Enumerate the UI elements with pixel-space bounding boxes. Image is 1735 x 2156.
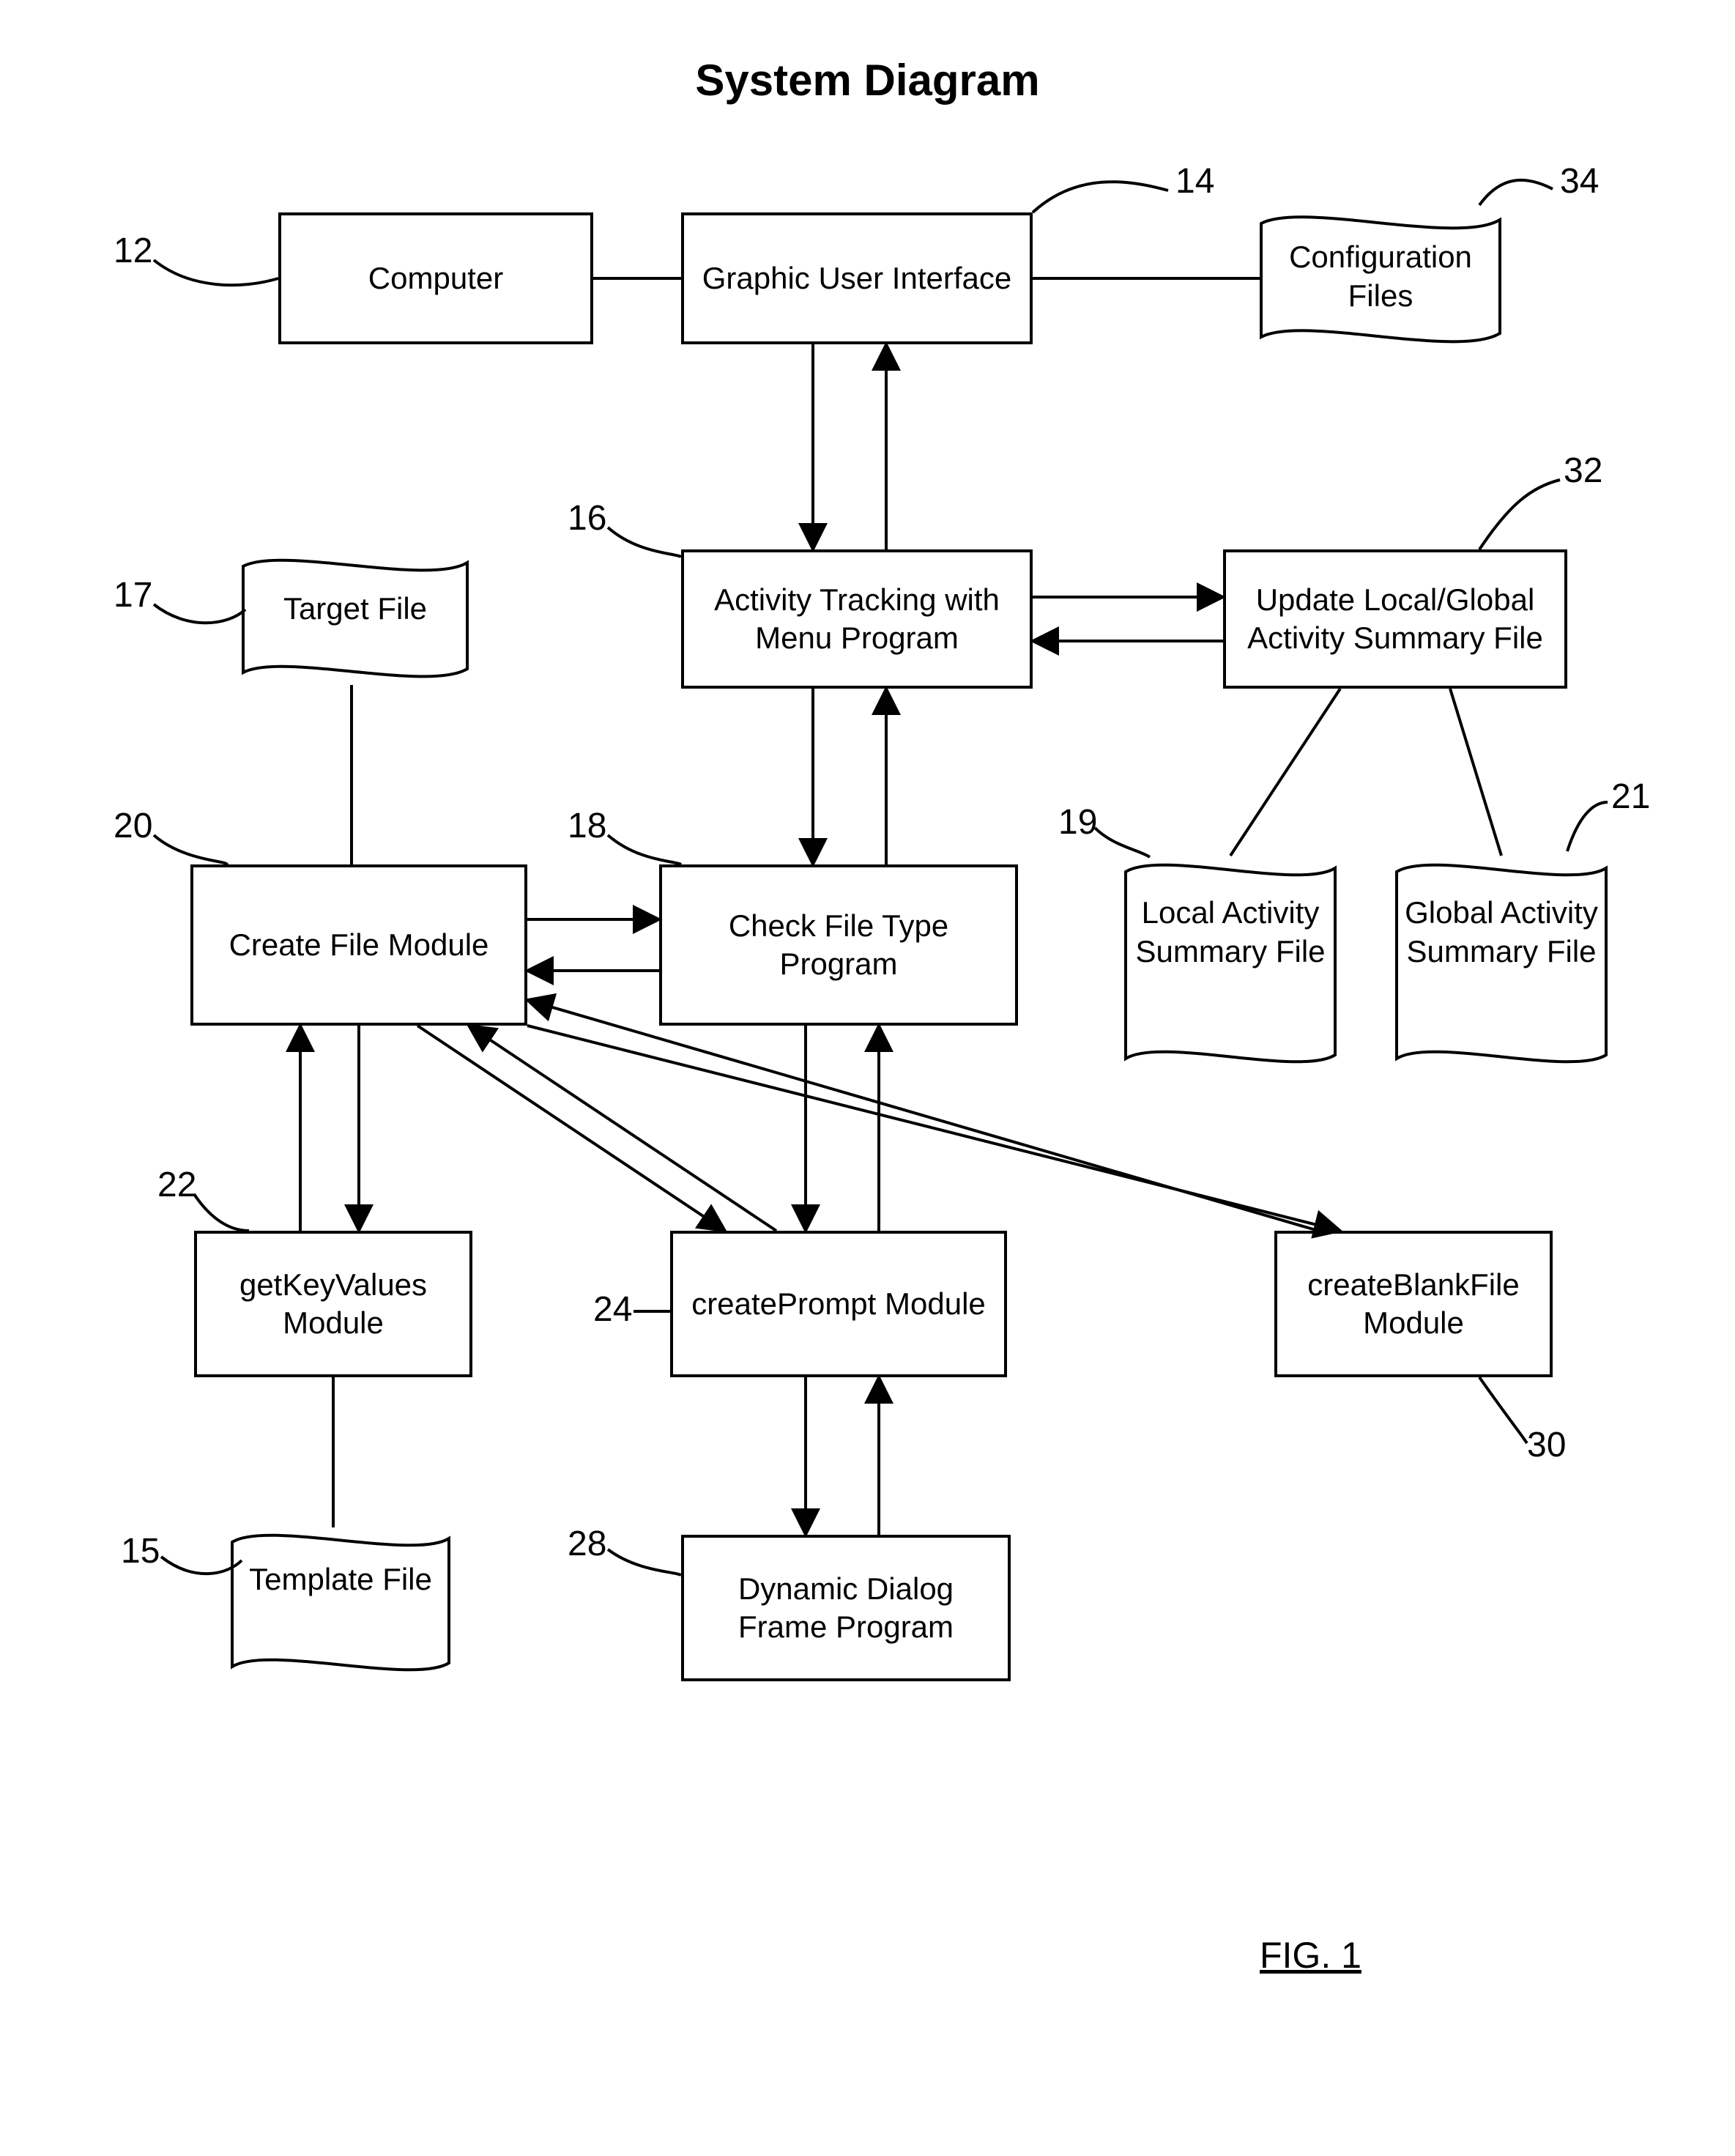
connectors (0, 0, 1735, 2156)
diagram-canvas: System Diagram Computer Graphic User Int… (0, 0, 1735, 2156)
figure-label: FIG. 1 (1260, 1934, 1361, 1977)
